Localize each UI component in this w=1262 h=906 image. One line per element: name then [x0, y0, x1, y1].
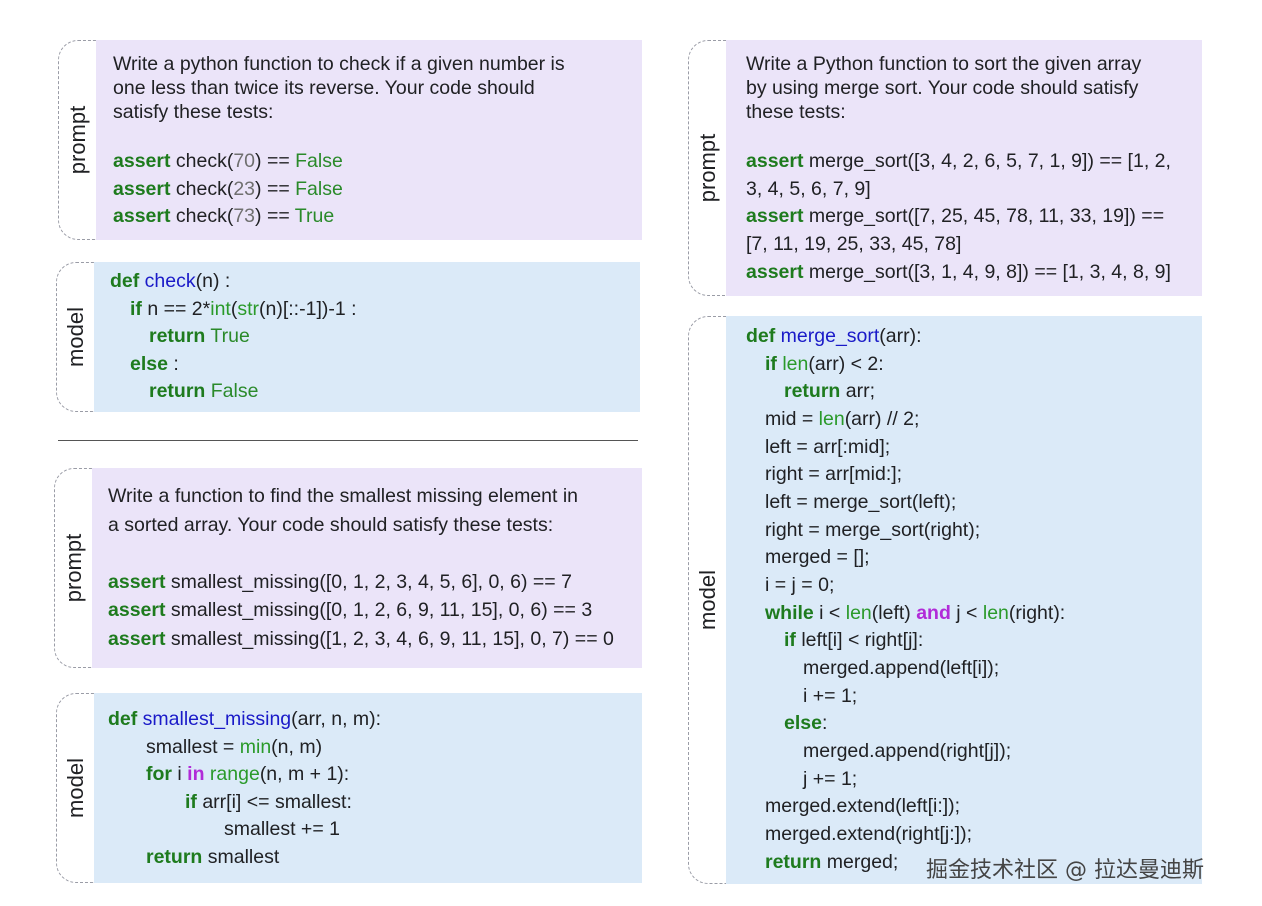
model-label: model — [62, 307, 88, 367]
prompt-text: Write a Python function to sort the give… — [746, 53, 1142, 75]
model-panel: def smallest_missing(arr, n, m): smalles… — [94, 693, 642, 883]
prompt-text: one less than twice its reverse. Your co… — [113, 77, 535, 99]
code-line: left = arr[:mid]; — [765, 436, 891, 458]
prompt-text: Write a function to find the smallest mi… — [108, 485, 579, 507]
example2-model-block: model def smallest_missing(arr, n, m): s… — [56, 693, 642, 883]
code-line: for i in range(n, m + 1): — [146, 763, 350, 785]
example3-model-block: model def merge_sort(arr): if len(arr) <… — [688, 316, 1202, 884]
code-line: merged.append(right[j]); — [803, 740, 1012, 762]
code-line: smallest += 1 — [224, 818, 340, 840]
prompt-panel: Write a python function to check if a gi… — [96, 40, 642, 240]
test-line: assert check(70) == False — [113, 150, 343, 172]
prompt-text: satisfy these tests: — [113, 101, 274, 123]
model-panel: def check(n) : if n == 2*int(str(n)[::-1… — [94, 262, 640, 412]
prompt-tab: prompt — [58, 40, 96, 240]
code-line: else: — [784, 712, 828, 734]
test-line: [7, 11, 19, 25, 33, 45, 78] — [746, 233, 962, 255]
test-line: assert merge_sort([3, 1, 4, 9, 8]) == [1… — [746, 261, 1171, 283]
example1-model-block: model def check(n) : if n == 2*int(str(n… — [56, 262, 640, 412]
example1-prompt-block: prompt Write a python function to check … — [58, 40, 642, 240]
model-tab: model — [56, 693, 94, 883]
code-line: smallest = min(n, m) — [146, 736, 323, 758]
prompt-label: prompt — [694, 133, 720, 203]
prompt-panel: Write a function to find the smallest mi… — [92, 468, 642, 668]
code-line: i = j = 0; — [765, 574, 835, 596]
code-line: if left[i] < right[j]: — [784, 629, 924, 651]
code-line: i += 1; — [803, 685, 858, 707]
code-line: if len(arr) < 2: — [765, 353, 884, 375]
test-line: assert smallest_missing([1, 2, 3, 4, 6, … — [108, 628, 614, 650]
test-line: assert merge_sort([3, 4, 2, 6, 5, 7, 1, … — [746, 150, 1171, 172]
code-line: merged.extend(right[j:]); — [765, 823, 973, 845]
model-tab: model — [688, 316, 726, 884]
test-line: assert check(73) == True — [113, 205, 335, 227]
code-line: right = arr[mid:]; — [765, 463, 903, 485]
model-tab: model — [56, 262, 94, 412]
prompt-text: a sorted array. Your code should satisfy… — [108, 514, 554, 536]
test-line: assert smallest_missing([0, 1, 2, 3, 4, … — [108, 571, 572, 593]
code-line: if arr[i] <= smallest: — [185, 791, 352, 813]
test-line: assert check(23) == False — [113, 178, 343, 200]
model-label: model — [694, 570, 720, 630]
prompt-text: Write a python function to check if a gi… — [113, 53, 565, 75]
prompt-tab: prompt — [54, 468, 92, 668]
model-panel: def merge_sort(arr): if len(arr) < 2: re… — [726, 316, 1202, 884]
code-line: right = merge_sort(right); — [765, 519, 981, 541]
code-line: left = merge_sort(left); — [765, 491, 957, 513]
watermark: 掘金技术社区 @ 拉达曼迪斯 — [926, 858, 1204, 883]
test-line: 3, 4, 5, 6, 7, 9] — [746, 178, 871, 200]
prompt-label: prompt — [60, 533, 86, 603]
test-line: assert smallest_missing([0, 1, 2, 6, 9, … — [108, 599, 593, 621]
test-line: assert merge_sort([7, 25, 45, 78, 11, 33… — [746, 205, 1165, 227]
code-line: if n == 2*int(str(n)[::-1])-1 : — [130, 298, 357, 320]
code-line: def merge_sort(arr): — [746, 325, 922, 347]
code-line: else : — [130, 353, 179, 375]
code-line: def check(n) : — [110, 270, 231, 292]
code-line: return smallest — [146, 846, 280, 868]
code-line: mid = len(arr) // 2; — [765, 408, 920, 430]
prompt-text: these tests: — [746, 101, 846, 123]
code-line: j += 1; — [803, 768, 858, 790]
code-line: merged.append(left[i]); — [803, 657, 1000, 679]
prompt-label: prompt — [64, 105, 90, 175]
code-line: return False — [149, 380, 259, 402]
prompt-panel: Write a Python function to sort the give… — [726, 40, 1202, 296]
code-line: while i < len(left) and j < len(right): — [765, 602, 1066, 624]
prompt-tab: prompt — [688, 40, 726, 296]
code-line: merged.extend(left[i:]); — [765, 795, 961, 817]
example3-prompt-block: prompt Write a Python function to sort t… — [688, 40, 1202, 296]
model-label: model — [62, 758, 88, 818]
code-line: return merged; — [765, 851, 899, 873]
example2-prompt-block: prompt Write a function to find the smal… — [54, 468, 642, 668]
code-line: return True — [149, 325, 250, 347]
code-line: def smallest_missing(arr, n, m): — [108, 708, 382, 730]
divider — [58, 440, 638, 441]
prompt-text: by using merge sort. Your code should sa… — [746, 77, 1139, 99]
code-line: merged = []; — [765, 546, 870, 568]
code-line: return arr; — [784, 380, 876, 402]
